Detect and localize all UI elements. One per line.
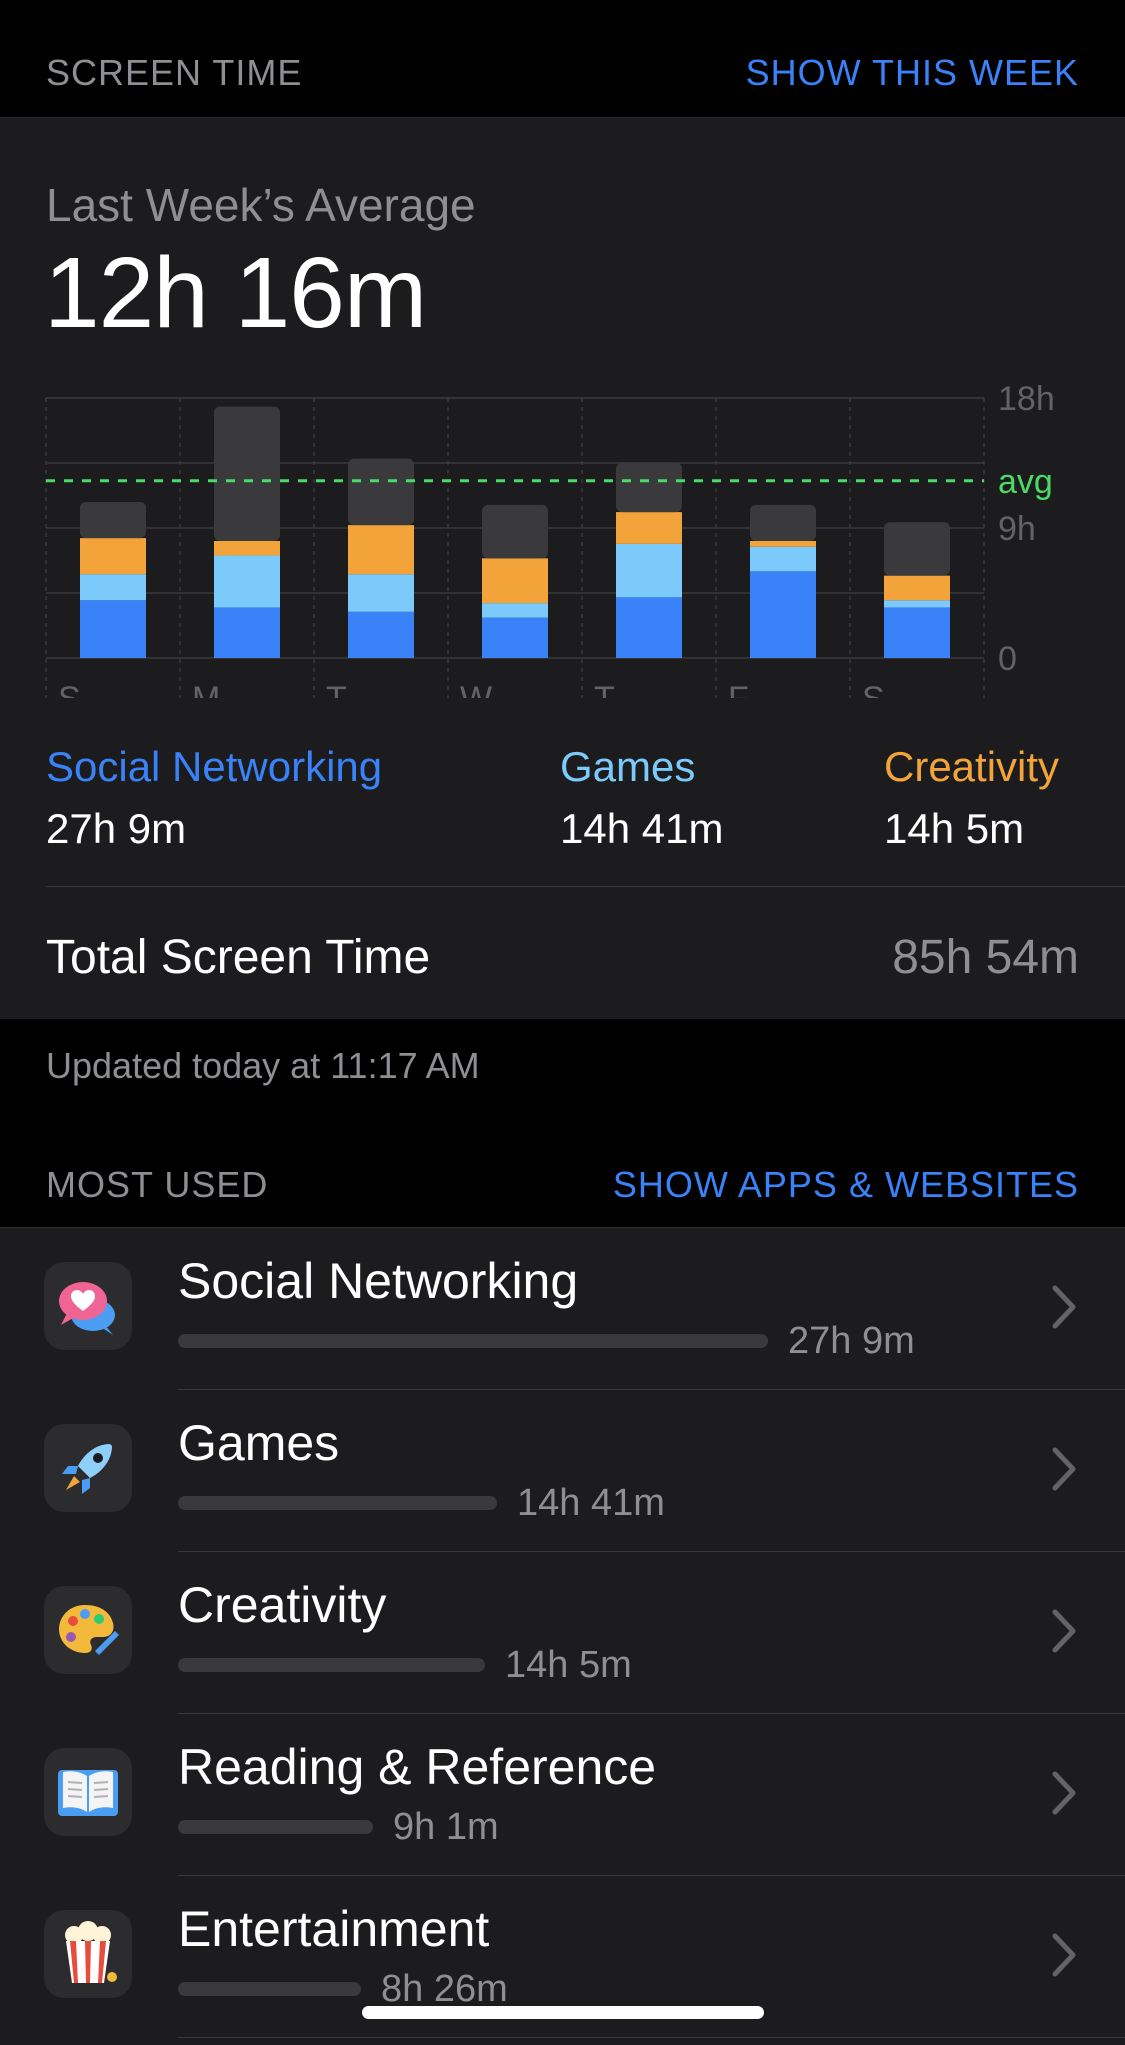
legend-social-name: Social Networking [46,743,383,790]
bar-social-networking [750,571,816,658]
x-tick-label: S [862,680,885,698]
usage-chart-svg: S M T W T F Savg 0 9h 18h [45,380,1055,698]
chevron-right-icon [1052,1285,1076,1329]
legend-creativity: Creativity 14h 5m [884,743,1059,853]
total-screen-time-value: 85h 54m [892,931,1079,984]
chevron-right-icon [1052,1771,1076,1815]
bar-creativity [348,525,414,575]
total-screen-time-label: Total Screen Time [46,931,431,984]
book-icon [44,1748,132,1836]
show-apps-websites-button[interactable]: SHOW APPS & WEBSITES [613,1164,1079,1206]
x-tick-label: F [728,680,749,698]
bar-creativity [616,512,682,544]
bar-other [750,504,816,541]
category-name: Games [178,1415,340,1471]
category-name: Creativity [178,1577,387,1633]
bar-games [616,543,682,598]
rocket-icon [44,1424,132,1512]
palette-icon [44,1586,132,1674]
most-used-title: MOST USED [46,1164,269,1205]
bar-social-networking [348,611,414,658]
usage-chart[interactable]: S M T W T F Savg 0 9h 18h [0,378,1125,698]
legend-games-value: 14h 41m [560,805,724,852]
home-indicator[interactable] [362,2006,764,2019]
legend-social: Social Networking 27h 9m [46,743,382,853]
average-label: Last Week’s Average [46,179,476,231]
updated-timestamp: Updated today at 11:17 AM [46,1045,480,1086]
row-separator [178,2037,1125,2038]
chevron-right-icon [1052,1933,1076,1977]
bar-creativity [750,541,816,547]
bar-games [214,555,280,608]
category-name: Reading & Reference [178,1739,657,1795]
bar-other [616,463,682,513]
list-item-reading-reference[interactable]: Reading & Reference 9h 1m [0,1714,1125,1876]
bar-social-networking [616,597,682,658]
social-icon [44,1262,132,1350]
list-item-social-networking[interactable]: Social Networking 27h 9m [0,1228,1125,1390]
most-used-list: Social Networking 27h 9m Games 14h 41m C… [0,1228,1125,2045]
bar-other [482,504,548,559]
category-time: 14h 5m [505,1644,632,1686]
screen-time-header: SCREEN TIME SHOW THIS WEEK [0,0,1125,118]
bar-games [348,574,414,612]
category-time: 8h 26m [381,1968,508,2010]
bar-games [750,546,816,572]
legend-games: Games 14h 41m [560,743,723,853]
average-label: avg [998,463,1053,501]
x-tick-label: T [594,680,615,698]
most-used-header: MOST USED SHOW APPS & WEBSITES [0,1110,1125,1228]
divider [46,886,1125,887]
x-tick-label: T [326,680,347,698]
x-tick-label: S [58,680,81,698]
category-name: Entertainment [178,1901,490,1957]
category-time: 14h 41m [517,1482,665,1524]
legend-creativity-value: 14h 5m [884,805,1025,852]
screen-time-title: SCREEN TIME [46,52,303,93]
bar-social-networking [80,600,146,658]
y-tick-label: 9h [998,510,1036,548]
chevron-right-icon [1052,1609,1076,1653]
popcorn-icon [44,1910,132,1998]
x-tick-label: M [192,680,220,698]
y-tick-label: 0 [998,640,1017,678]
bar-social-networking [214,607,280,658]
chevron-right-icon [1052,1447,1076,1491]
legend-creativity-name: Creativity [884,743,1060,790]
bar-social-networking [482,617,548,658]
category-name: Social Networking [178,1253,579,1309]
average-value: 12h 16m [44,237,427,349]
summary-card: Last Week’s Average 12h 16m S M T W T F Savg 0 9… [0,118,1125,1019]
bar-social-networking [884,607,950,658]
bar-games [482,603,548,618]
usage-bar [178,1658,485,1672]
bar-creativity [884,575,950,601]
bar-other [80,502,146,539]
list-item-games[interactable]: Games 14h 41m [0,1390,1125,1552]
list-item-creativity[interactable]: Creativity 14h 5m [0,1552,1125,1714]
bar-other [214,406,280,541]
category-time: 9h 1m [393,1806,499,1848]
legend-games-name: Games [560,743,696,790]
bar-games [80,574,146,601]
usage-bar [178,1496,497,1510]
usage-bar [178,1982,361,1996]
show-this-week-button[interactable]: SHOW THIS WEEK [746,52,1079,94]
bar-creativity [80,538,146,575]
x-tick-label: W [460,680,492,698]
y-tick-label: 18h [998,380,1055,418]
legend-social-value: 27h 9m [46,805,187,852]
bar-other [884,522,950,576]
bar-creativity [482,558,548,604]
bar-other [348,458,414,526]
usage-bar [178,1820,373,1834]
category-time: 27h 9m [788,1320,915,1362]
bar-creativity [214,541,280,556]
usage-bar [178,1334,768,1348]
bar-games [884,600,950,608]
